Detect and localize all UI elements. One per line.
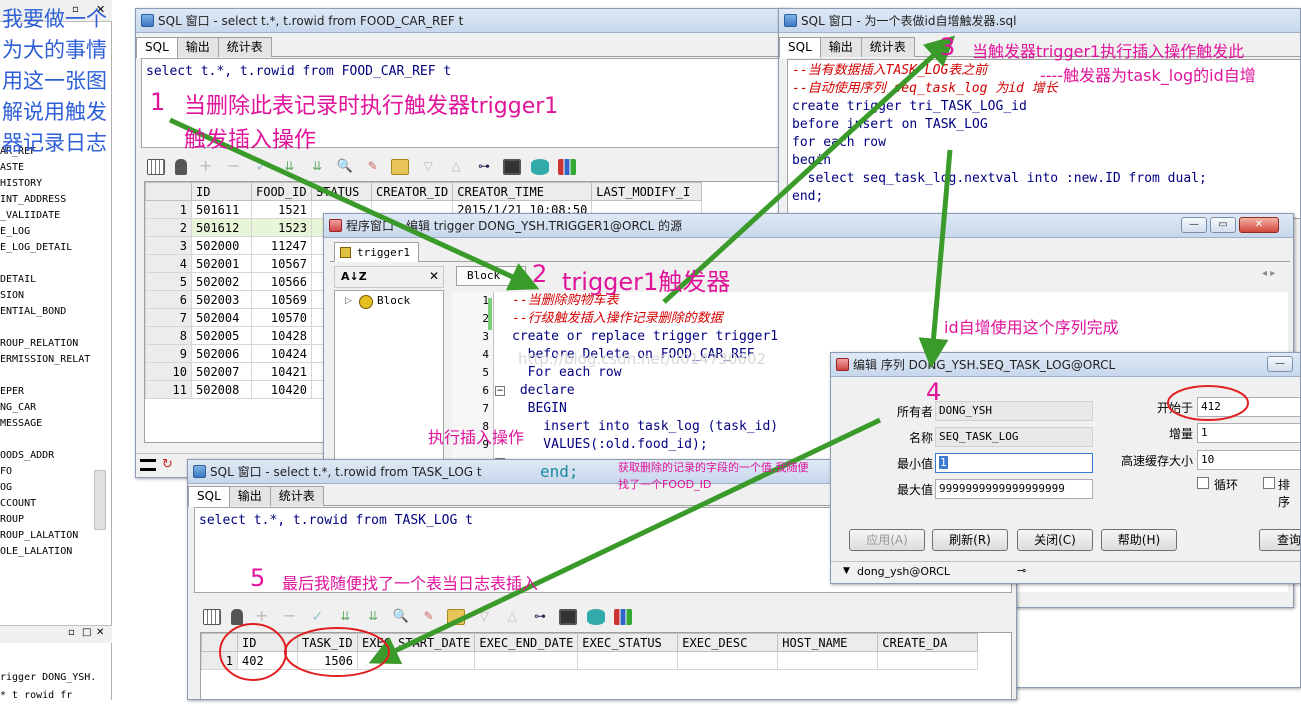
annotation-3-number: 3 <box>940 33 956 61</box>
annotation-sequence: id自增使用这个序列完成 <box>944 318 1119 337</box>
annotation-3-line1: 当触发器trigger1执行插入操作触发此 <box>972 42 1245 61</box>
id-value-circle <box>219 623 287 681</box>
annotation-1-line2: 触发插入操作 <box>184 128 317 153</box>
annotation-4-number: 4 <box>926 378 942 406</box>
arrow-4 <box>368 417 882 665</box>
annotation-2-number: 2 <box>532 260 548 288</box>
start-value-circle <box>1167 385 1249 421</box>
end-keyword: end; <box>540 462 579 481</box>
annotation-note-line1: 获取删除的记录的字段的一个值,我随便 <box>618 461 809 474</box>
annotation-5-number: 5 <box>250 564 266 592</box>
annotation-insert: 执行插入操作 <box>428 428 525 447</box>
annotation-5: 最后我随便找了一个表当日志表插入 <box>282 574 539 593</box>
annotation-note-line2: 找了一个FOOD_ID <box>618 478 712 491</box>
annotation-3-line2: ----触发器为task_log的id自增 <box>1040 66 1256 85</box>
annotation-1-number: 1 <box>150 88 166 116</box>
task-id-value-circle <box>284 627 390 677</box>
annotation-1-line1: 当删除此表记录时执行触发器trigger1 <box>184 94 559 119</box>
annotation-2: trigger1触发器 <box>562 268 731 296</box>
